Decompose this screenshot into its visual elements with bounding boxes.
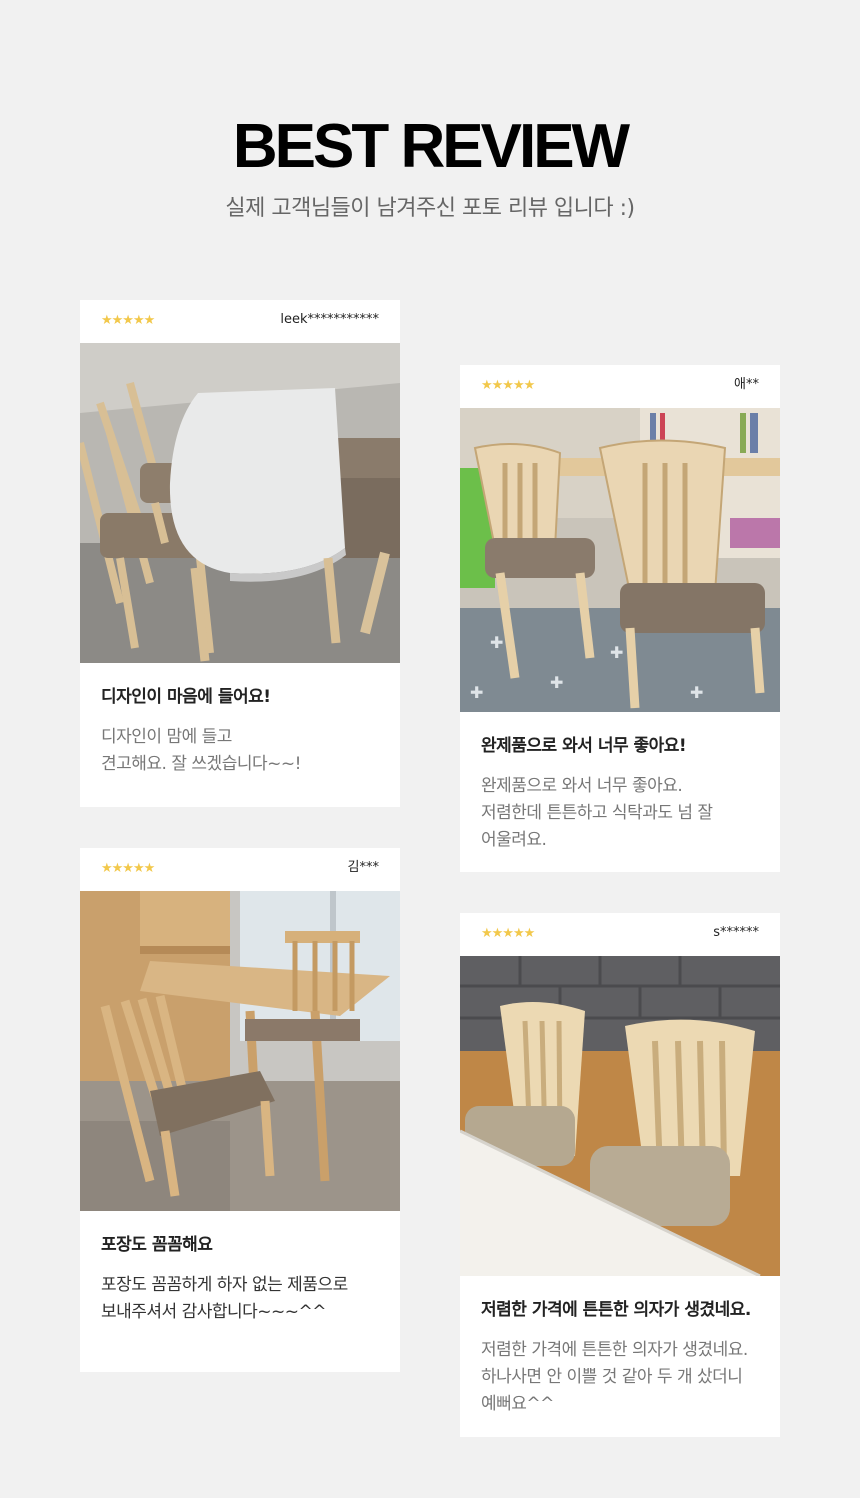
svg-text:✚: ✚ — [550, 673, 563, 692]
review-text: 포장도 꼼꼼하게 하자 없는 제품으로 보내주셔서 감사합니다~~~^^ — [101, 1275, 348, 1322]
review-text: 완제품으로 와서 너무 좋아요. 저렴한데 튼튼하고 식탁과도 넘 잘 어울려요… — [481, 776, 713, 850]
reviewer-name: s****** — [713, 925, 759, 940]
review-title: 완제품으로 와서 너무 좋아요! — [481, 736, 687, 756]
review-card-header: ★★★★★ s****** — [460, 913, 780, 956]
review-text: 저렴한 가격에 튼튼한 의자가 생겼네요. 하나사면 안 이쁠 것 같아 두 개… — [481, 1340, 748, 1414]
review-card-header: ★★★★★ 애** — [460, 365, 780, 408]
review-title: 포장도 꼼꼼해요 — [101, 1235, 213, 1255]
review-card[interactable]: ★★★★★ leek*********** 디자인이 마음에 들어요! 디자인이… — [80, 300, 400, 807]
review-card-header: ★★★★★ leek*********** — [80, 300, 400, 343]
review-photo[interactable] — [80, 891, 400, 1211]
review-title: 저렴한 가격에 튼튼한 의자가 생겼네요. — [481, 1300, 751, 1320]
reviewer-name: leek*********** — [280, 312, 379, 327]
review-content: 저렴한 가격에 튼튼한 의자가 생겼네요. 저렴한 가격에 튼튼한 의자가 생겼… — [460, 1276, 780, 1418]
review-content: 포장도 꼼꼼해요 포장도 꼼꼼하게 하자 없는 제품으로 보내주셔서 감사합니다… — [80, 1211, 400, 1326]
page-title: BEST REVIEW — [232, 112, 630, 181]
star-rating: ★★★★★ — [481, 926, 535, 941]
svg-text:✚: ✚ — [690, 683, 703, 702]
review-card[interactable]: ★★★★★ 김*** 포장도 꼼꼼해요 포장도 꼼꼼하게 하자 없는 제품으로 … — [80, 848, 400, 1372]
svg-text:✚: ✚ — [490, 633, 503, 652]
review-card[interactable]: ★★★★★ 애** ✚ ✚ ✚ ✚ ✚ 완제품으로 와서 너무 좋아요! 완제품… — [460, 365, 780, 872]
svg-text:✚: ✚ — [470, 683, 483, 702]
review-title: 디자인이 마음에 들어요! — [101, 687, 271, 707]
star-rating: ★★★★★ — [101, 861, 155, 876]
review-photo[interactable] — [460, 956, 780, 1276]
star-rating: ★★★★★ — [101, 313, 155, 328]
review-card[interactable]: ★★★★★ s****** 저렴한 가격에 튼튼한 의자가 생겼네요. 저렴한 … — [460, 913, 780, 1437]
review-text: 디자인이 맘에 들고 견고해요. 잘 쓰겠습니다~~! — [101, 727, 301, 774]
reviewer-name: 애** — [734, 377, 759, 392]
review-photo[interactable]: ✚ ✚ ✚ ✚ ✚ — [460, 408, 780, 712]
page-subtitle: 실제 고객님들이 남겨주신 포토 리뷰 입니다 :) — [225, 196, 635, 221]
review-card-header: ★★★★★ 김*** — [80, 848, 400, 891]
svg-text:✚: ✚ — [610, 643, 623, 662]
review-content: 디자인이 마음에 들어요! 디자인이 맘에 들고 견고해요. 잘 쓰겠습니다~~… — [80, 663, 400, 778]
star-rating: ★★★★★ — [481, 378, 535, 393]
review-content: 완제품으로 와서 너무 좋아요! 완제품으로 와서 너무 좋아요. 저렴한데 튼… — [460, 712, 780, 854]
review-photo[interactable] — [80, 343, 400, 663]
reviewer-name: 김*** — [347, 860, 379, 875]
